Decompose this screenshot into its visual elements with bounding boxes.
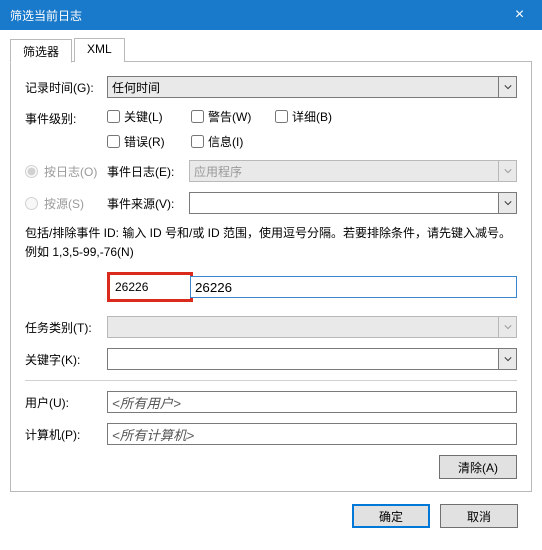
row-logged: 记录时间(G): 任何时间 <box>25 76 517 98</box>
label-keywords: 关键字(K): <box>25 351 107 368</box>
chevron-down-icon <box>498 77 516 97</box>
chk-error-label: 错误(R) <box>124 133 165 150</box>
radio-by-log: 按日志(O) <box>25 163 107 180</box>
chk-warning-box[interactable] <box>191 110 204 123</box>
label-event-sources: 事件来源(V): <box>107 195 189 212</box>
event-sources-combo[interactable] <box>189 192 517 214</box>
user-input[interactable] <box>107 391 517 413</box>
row-by-source: 按源(S) 事件来源(V): <box>25 192 517 214</box>
chk-warning-label: 警告(W) <box>208 108 251 125</box>
tab-filter-label: 筛选器 <box>23 45 59 59</box>
chevron-down-icon <box>498 317 516 337</box>
logged-combo[interactable]: 任何时间 <box>107 76 517 98</box>
radio-by-source-label: 按源(S) <box>44 195 84 212</box>
ok-button[interactable]: 确定 <box>352 504 430 528</box>
chk-info[interactable]: 信息(I) <box>191 133 261 150</box>
row-clear: 清除(A) <box>25 455 517 479</box>
label-logged: 记录时间(G): <box>25 79 107 96</box>
logged-value: 任何时间 <box>108 79 498 96</box>
tab-xml-label: XML <box>87 42 112 56</box>
chk-verbose-box[interactable] <box>275 110 288 123</box>
chevron-down-icon <box>498 349 516 369</box>
chk-verbose-label: 详细(B) <box>292 108 332 125</box>
tab-panel-filter: 记录时间(G): 任何时间 事件级别: 关键(L) 警告(W) 详细(B) 错误… <box>10 62 532 492</box>
radio-by-log-label: 按日志(O) <box>44 163 97 180</box>
chk-critical-label: 关键(L) <box>124 108 163 125</box>
chk-verbose[interactable]: 详细(B) <box>275 108 345 125</box>
chk-error-box[interactable] <box>107 135 120 148</box>
tab-strip: 筛选器 XML <box>10 38 532 62</box>
row-by-log: 按日志(O) 事件日志(E): 应用程序 <box>25 160 517 182</box>
clear-button[interactable]: 清除(A) <box>439 455 517 479</box>
close-icon: × <box>515 6 524 24</box>
label-task-category: 任务类别(T): <box>25 319 107 336</box>
radio-by-source-input <box>25 197 38 210</box>
label-computer: 计算机(P): <box>25 426 107 443</box>
event-id-highlight: 26226 <box>107 272 193 302</box>
task-category-combo <box>107 316 517 338</box>
close-button[interactable]: × <box>497 0 542 30</box>
event-id-help: 包括/排除事件 ID: 输入 ID 号和/或 ID 范围，使用逗号分隔。若要排除… <box>25 224 517 262</box>
chk-critical[interactable]: 关键(L) <box>107 108 177 125</box>
row-keywords: 关键字(K): <box>25 348 517 370</box>
dialog-footer: 确定 取消 <box>10 492 532 540</box>
chevron-down-icon <box>498 161 516 181</box>
keywords-combo[interactable] <box>107 348 517 370</box>
title-bar: 筛选当前日志 × <box>0 0 542 30</box>
event-logs-combo: 应用程序 <box>189 160 517 182</box>
chk-error[interactable]: 错误(R) <box>107 133 177 150</box>
tab-xml[interactable]: XML <box>74 38 125 62</box>
chk-critical-box[interactable] <box>107 110 120 123</box>
level-checkbox-group: 关键(L) 警告(W) 详细(B) 错误(R) 信息(I) <box>107 108 517 150</box>
event-id-input[interactable] <box>190 276 517 298</box>
event-logs-value: 应用程序 <box>190 163 498 180</box>
event-id-highlight-text: 26226 <box>113 278 187 296</box>
computer-input[interactable] <box>107 423 517 445</box>
client-area: 筛选器 XML 记录时间(G): 任何时间 事件级别: 关键(L) 警告(W) … <box>0 30 542 550</box>
tab-filter[interactable]: 筛选器 <box>10 39 72 63</box>
clear-button-label: 清除(A) <box>458 461 498 475</box>
label-level: 事件级别: <box>25 108 107 127</box>
ok-button-label: 确定 <box>379 510 403 524</box>
chk-warning[interactable]: 警告(W) <box>191 108 261 125</box>
cancel-button[interactable]: 取消 <box>440 504 518 528</box>
label-user: 用户(U): <box>25 394 107 411</box>
row-computer: 计算机(P): <box>25 423 517 445</box>
separator <box>25 380 517 381</box>
cancel-button-label: 取消 <box>467 510 491 524</box>
window-title: 筛选当前日志 <box>10 7 497 24</box>
radio-by-source: 按源(S) <box>25 195 107 212</box>
label-event-logs: 事件日志(E): <box>107 163 189 180</box>
chevron-down-icon <box>498 193 516 213</box>
row-user: 用户(U): <box>25 391 517 413</box>
chk-info-box[interactable] <box>191 135 204 148</box>
row-event-id: 26226 <box>107 272 517 302</box>
radio-by-log-input <box>25 165 38 178</box>
row-task-category: 任务类别(T): <box>25 316 517 338</box>
chk-info-label: 信息(I) <box>208 133 243 150</box>
row-level: 事件级别: 关键(L) 警告(W) 详细(B) 错误(R) 信息(I) <box>25 108 517 150</box>
